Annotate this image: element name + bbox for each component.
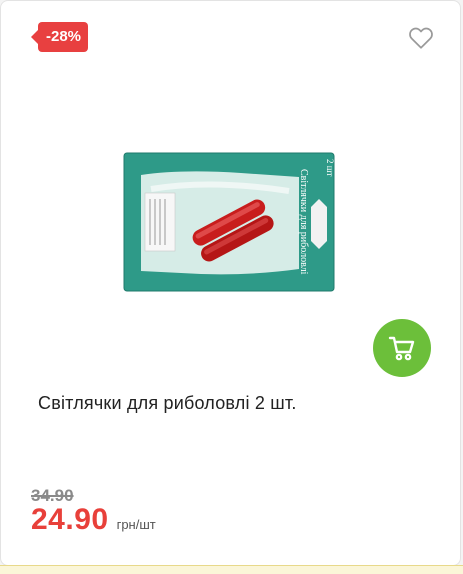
package-count-text: 2 шт [325,159,335,177]
product-card[interactable]: -28% 2 шт Світлячки для риболовлі Світля… [0,0,461,566]
product-image[interactable]: 2 шт Світлячки для риболовлі [121,149,337,295]
current-price: 24.90 [31,503,109,536]
discount-badge: -28% [30,22,89,52]
price-unit: грн/шт [116,517,156,532]
bottom-strip [0,565,463,574]
package-name-text: Світлячки для риболовлі [298,169,309,275]
product-title[interactable]: Світлячки для риболовлі 2 шт. [38,393,297,414]
price-row: 24.90 грн/шт [31,503,156,537]
heart-outline-icon[interactable] [408,26,434,50]
shopping-cart-icon [388,336,415,361]
add-to-cart-button[interactable] [373,319,431,377]
